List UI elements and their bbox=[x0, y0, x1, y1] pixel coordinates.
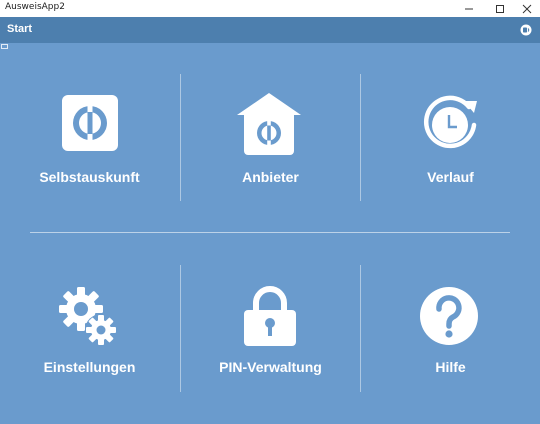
tile-label: Verlauf bbox=[427, 169, 474, 185]
window-title: AusweisApp2 bbox=[5, 2, 65, 12]
tile-anbieter[interactable]: Anbieter bbox=[181, 66, 360, 199]
window-titlebar: AusweisApp2 bbox=[0, 0, 540, 18]
corner-marker-icon bbox=[1, 44, 8, 49]
divider-horizontal bbox=[30, 232, 510, 233]
tile-einstellungen[interactable]: Einstellungen bbox=[0, 258, 179, 391]
padlock-icon bbox=[244, 286, 296, 346]
history-clock-icon bbox=[423, 95, 477, 149]
app-header: Start bbox=[0, 17, 540, 43]
tile-icon-wrap bbox=[0, 66, 179, 166]
tile-label: PIN-Verwaltung bbox=[219, 359, 322, 375]
maximize-icon bbox=[496, 4, 504, 13]
tile-icon-wrap bbox=[181, 66, 360, 166]
tile-selbstauskunft[interactable]: Selbstauskunft bbox=[0, 66, 179, 199]
help-question-icon bbox=[420, 287, 478, 345]
close-icon bbox=[522, 4, 532, 13]
tile-pin-verwaltung[interactable]: PIN-Verwaltung bbox=[181, 258, 360, 391]
tile-label: Hilfe bbox=[435, 359, 466, 375]
settings-gears-icon bbox=[59, 287, 117, 346]
id-card-icon bbox=[62, 95, 118, 151]
close-button[interactable] bbox=[513, 0, 540, 17]
tile-icon-wrap bbox=[361, 66, 540, 166]
minimize-button[interactable] bbox=[455, 0, 483, 17]
provider-house-icon bbox=[237, 93, 301, 155]
tile-icon-wrap bbox=[0, 258, 179, 358]
tile-label: Einstellungen bbox=[43, 359, 136, 375]
minimize-icon bbox=[465, 8, 473, 9]
card-reader-icon[interactable] bbox=[520, 24, 532, 36]
maximize-button[interactable] bbox=[486, 0, 514, 17]
tile-hilfe[interactable]: Hilfe bbox=[361, 258, 540, 391]
tile-label: Anbieter bbox=[242, 169, 299, 185]
page-title: Start bbox=[7, 23, 33, 35]
tile-icon-wrap bbox=[361, 258, 540, 358]
tile-label: Selbstauskunft bbox=[39, 169, 140, 185]
tile-icon-wrap bbox=[181, 258, 360, 358]
tile-verlauf[interactable]: Verlauf bbox=[361, 66, 540, 199]
